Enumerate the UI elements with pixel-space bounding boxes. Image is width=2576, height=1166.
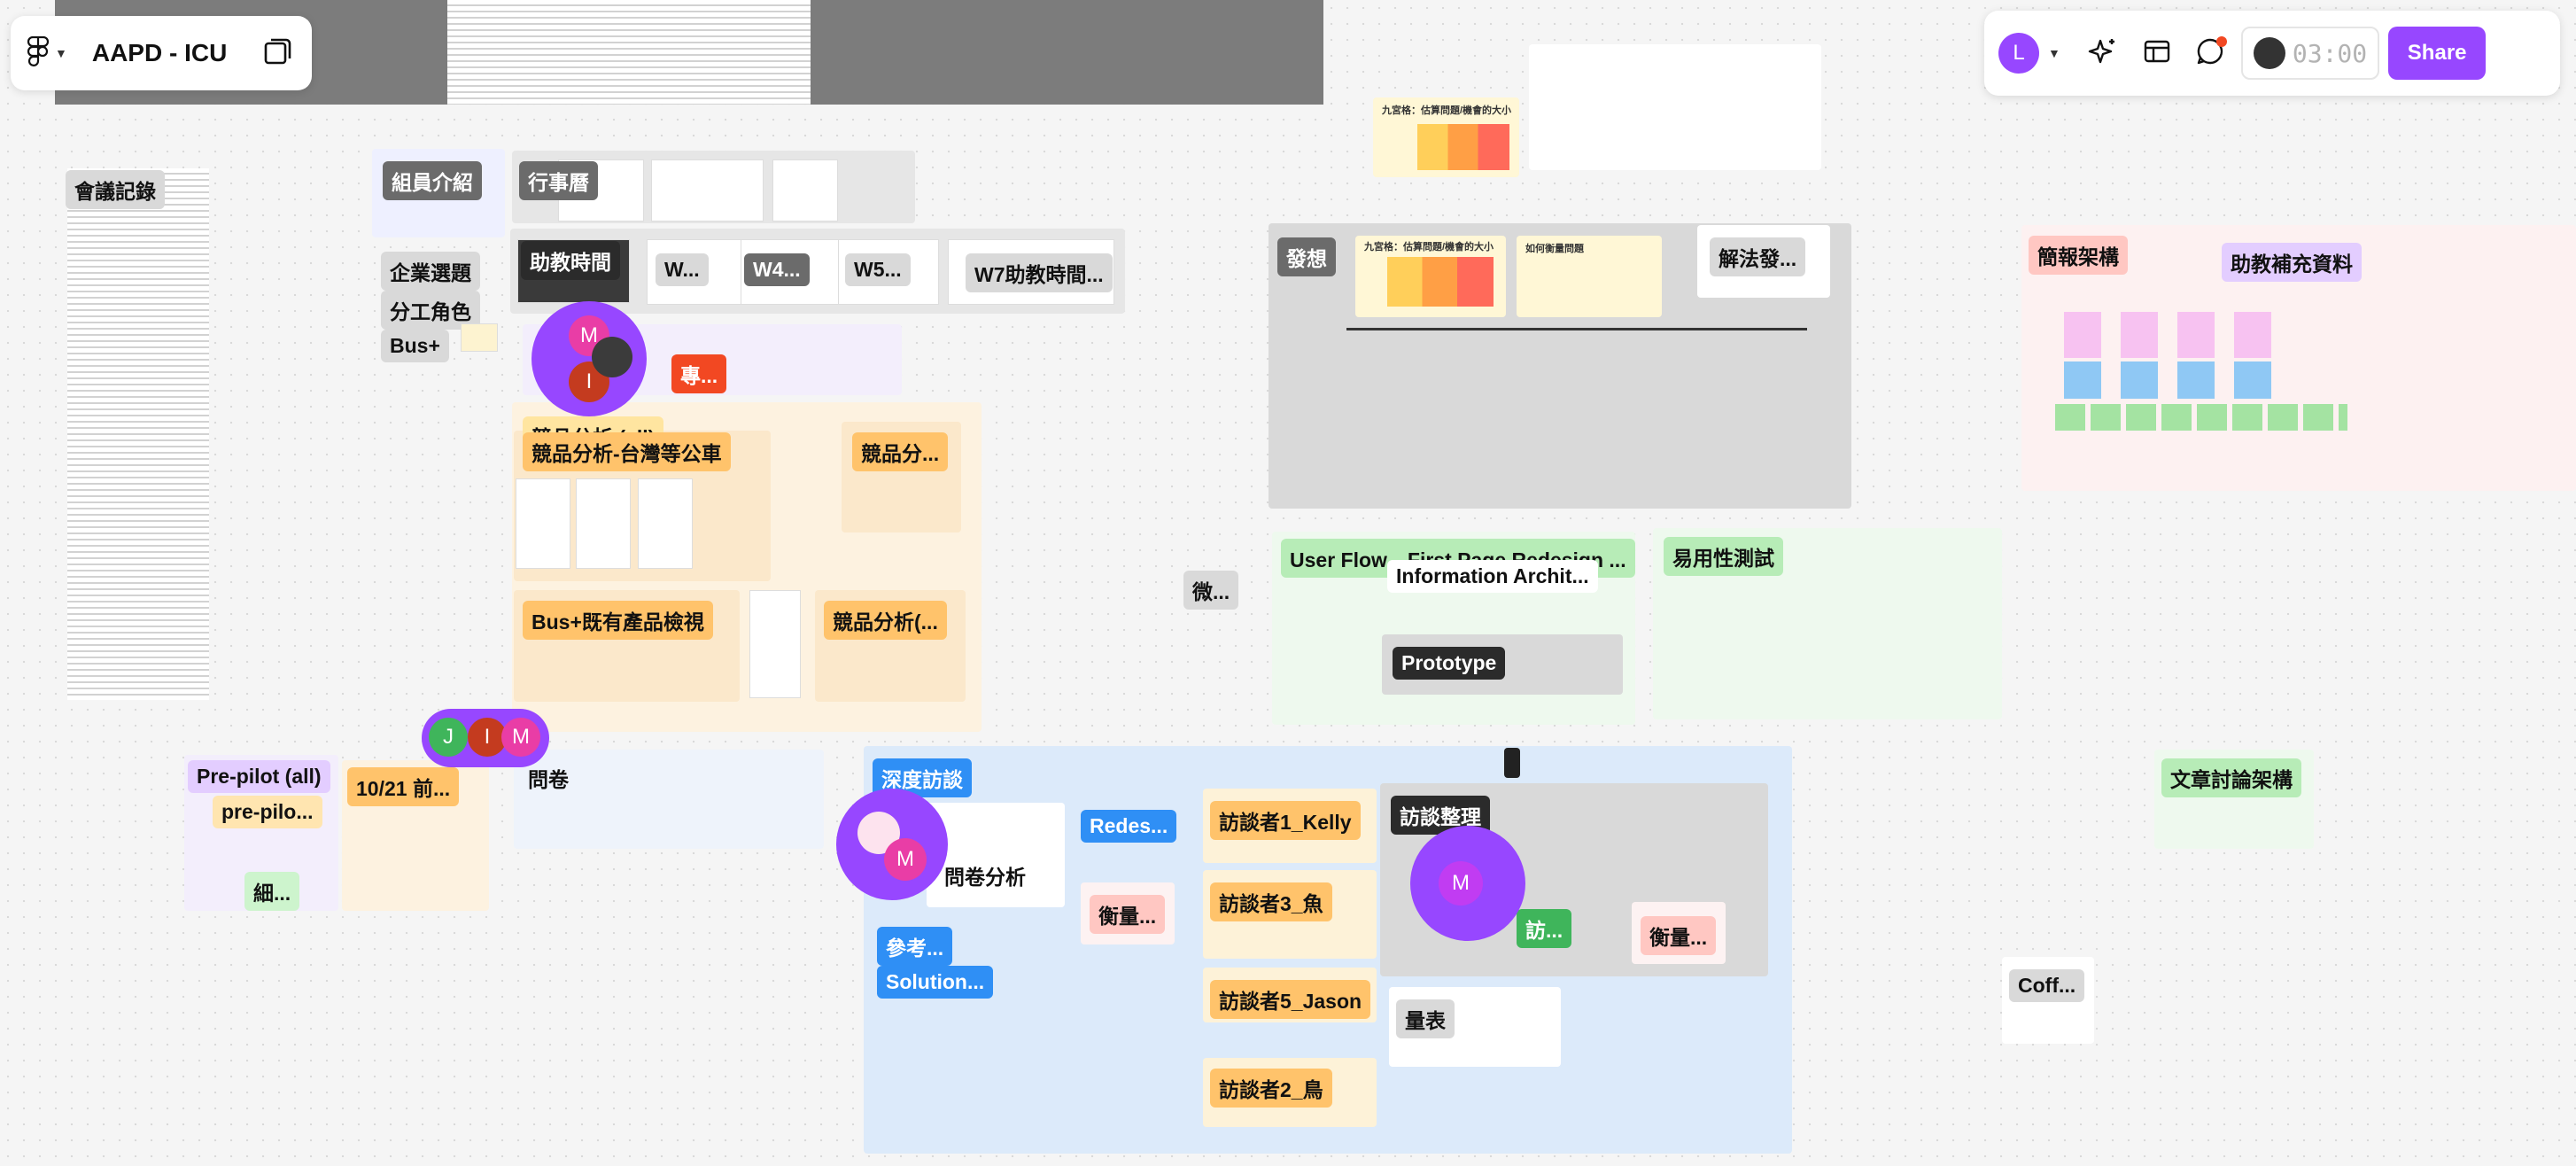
share-button[interactable]: Share [2388, 27, 2487, 80]
section-label-special[interactable]: 專... [671, 354, 727, 393]
briefing-note-blue-1 [2064, 361, 2101, 399]
section-label-interview-short[interactable]: 訪... [1517, 909, 1572, 948]
section-label-briefing[interactable]: 簡報架構 [2029, 236, 2128, 275]
section-label-busplus[interactable]: Bus+ [381, 330, 449, 362]
ai-actions-button[interactable] [2082, 31, 2126, 75]
section-label-prepilot[interactable]: pre-pilo... [213, 796, 322, 828]
section-label-w4[interactable]: W4... [744, 253, 810, 286]
briefing-note-blue-3 [2177, 361, 2215, 399]
persona-board-top[interactable] [1529, 44, 1821, 170]
busplus-review-doc [749, 590, 801, 698]
calendar-month-3 [772, 159, 838, 222]
section-label-reference[interactable]: 參考... [877, 927, 953, 966]
section-label-members[interactable]: 組員介紹 [383, 161, 482, 200]
notification-dot-icon [2215, 36, 2227, 47]
figma-logo-icon [27, 35, 50, 71]
section-label-competitor-2[interactable]: 競品分... [852, 432, 949, 471]
section-label-usability[interactable]: 易用性測試 [1664, 537, 1783, 576]
file-title[interactable]: AAPD - ICU [92, 39, 260, 67]
timer-avatar-icon [2253, 37, 2285, 69]
section-label-oct21[interactable]: 10/21 前... [347, 767, 460, 806]
section-label-measure2[interactable]: 衡量... [1641, 916, 1717, 955]
section-label-w5[interactable]: W5... [845, 253, 911, 286]
how-might-we-caption: 如何衡量問題 [1525, 244, 1584, 254]
section-label-meeting-notes[interactable]: 會議記錄 [66, 170, 165, 209]
nine-grid-cells-top [1417, 124, 1509, 170]
collaborator-avatar-m4: M [1439, 861, 1483, 906]
section-label-scale[interactable]: 量表 [1396, 999, 1455, 1038]
collaborator-avatar-m2: M [501, 718, 540, 757]
section-label-interviewee5[interactable]: 訪談者5_Jason [1210, 980, 1371, 1019]
competitor-screen-2 [576, 478, 631, 569]
chevron-down-icon: ▼ [55, 46, 67, 60]
briefing-note-column-2 [2121, 312, 2158, 358]
section-label-competitor-3[interactable]: 競品分析(... [824, 601, 947, 640]
section-label-measure1[interactable]: 衡量... [1090, 895, 1166, 934]
section-label-interviewee3[interactable]: 訪談者3_魚 [1210, 882, 1332, 921]
briefing-note-column-3 [2177, 312, 2215, 358]
section-label-redesign[interactable]: Redes... [1081, 810, 1177, 843]
timer-widget[interactable]: 03:00 [2240, 27, 2380, 80]
section-label-ta-supplement[interactable]: 助教補充資料 [2222, 243, 2362, 282]
section-label-coffee[interactable]: Coff... [2009, 969, 2085, 1002]
layout-icon [2141, 35, 2173, 72]
top-document-preview[interactable] [447, 0, 811, 105]
section-label-competitor-tw[interactable]: 競品分析-台灣等公車 [523, 432, 731, 471]
pages-icon [262, 35, 294, 72]
section-label-solution[interactable]: 解法發... [1710, 237, 1806, 276]
section-label-w7[interactable]: W7助教時間... [966, 253, 1113, 292]
templates-button[interactable] [2135, 31, 2179, 75]
pages-panel-button[interactable] [260, 35, 296, 71]
nine-grid-caption-top: 九宮格：估算問題/機會的大小 [1382, 105, 1512, 116]
section-label-w1[interactable]: W... [656, 253, 709, 286]
section-label-interviewee2[interactable]: 訪談者2_鳥 [1210, 1069, 1332, 1108]
file-title-bar: ▼ AAPD - ICU [11, 16, 312, 90]
section-label-solution2[interactable]: Solution... [877, 966, 994, 999]
meeting-notes-doc[interactable] [67, 168, 209, 700]
sparkle-icon [2088, 35, 2120, 72]
current-user-avatar[interactable]: L [1998, 33, 2039, 74]
section-label-detail[interactable]: 細... [244, 872, 300, 911]
busplus-thumbnail [461, 323, 498, 352]
ideation-flow-line [1346, 328, 1807, 330]
section-label-company-topic[interactable]: 企業選題 [381, 252, 480, 291]
section-label-survey-analysis[interactable]: 問卷分析 [935, 856, 1035, 895]
competitor-screen-1 [516, 478, 570, 569]
section-label-micro[interactable]: 微... [1183, 571, 1239, 610]
competitor-screen-3 [638, 478, 693, 569]
briefing-note-blue-4 [2234, 361, 2271, 399]
briefing-note-column-1 [2064, 312, 2101, 358]
briefing-note-green-row [2055, 404, 2347, 431]
section-label-info-arch[interactable]: Information Archit... [1387, 560, 1598, 593]
timer-display: 03:00 [2292, 38, 2368, 68]
collaborator-avatar-j: J [429, 718, 468, 757]
briefing-note-blue-2 [2121, 361, 2158, 399]
comments-button[interactable] [2188, 31, 2232, 75]
section-label-busplus-review[interactable]: Bus+既有產品檢視 [523, 601, 713, 640]
section-label-interviewee1[interactable]: 訪談者1_Kelly [1210, 801, 1361, 840]
section-label-prototype[interactable]: Prototype [1393, 647, 1506, 680]
section-label-ideation[interactable]: 發想 [1277, 237, 1336, 276]
collaborator-avatar-m3: M [884, 838, 927, 881]
section-label-article-discussion[interactable]: 文章討論架構 [2161, 758, 2301, 797]
section-label-prepilot-all[interactable]: Pre-pilot (all) [188, 760, 330, 793]
section-label-calendar[interactable]: 行事曆 [519, 161, 598, 200]
collab-toolbar: L ▼ 03:00 Share [1984, 11, 2560, 96]
briefing-note-column-4 [2234, 312, 2271, 358]
section-label-ta-time[interactable]: 助教時間 [521, 241, 620, 280]
nine-grid-caption: 九宮格：估算問題/機會的大小 [1364, 242, 1494, 253]
phone-icon [1504, 748, 1520, 778]
calendar-month-2 [651, 159, 764, 222]
nine-grid-cells [1387, 257, 1494, 307]
collaborator-avatar-photo [592, 337, 632, 377]
chevron-down-icon[interactable]: ▼ [2048, 46, 2060, 60]
main-menu-button[interactable]: ▼ [27, 35, 67, 71]
